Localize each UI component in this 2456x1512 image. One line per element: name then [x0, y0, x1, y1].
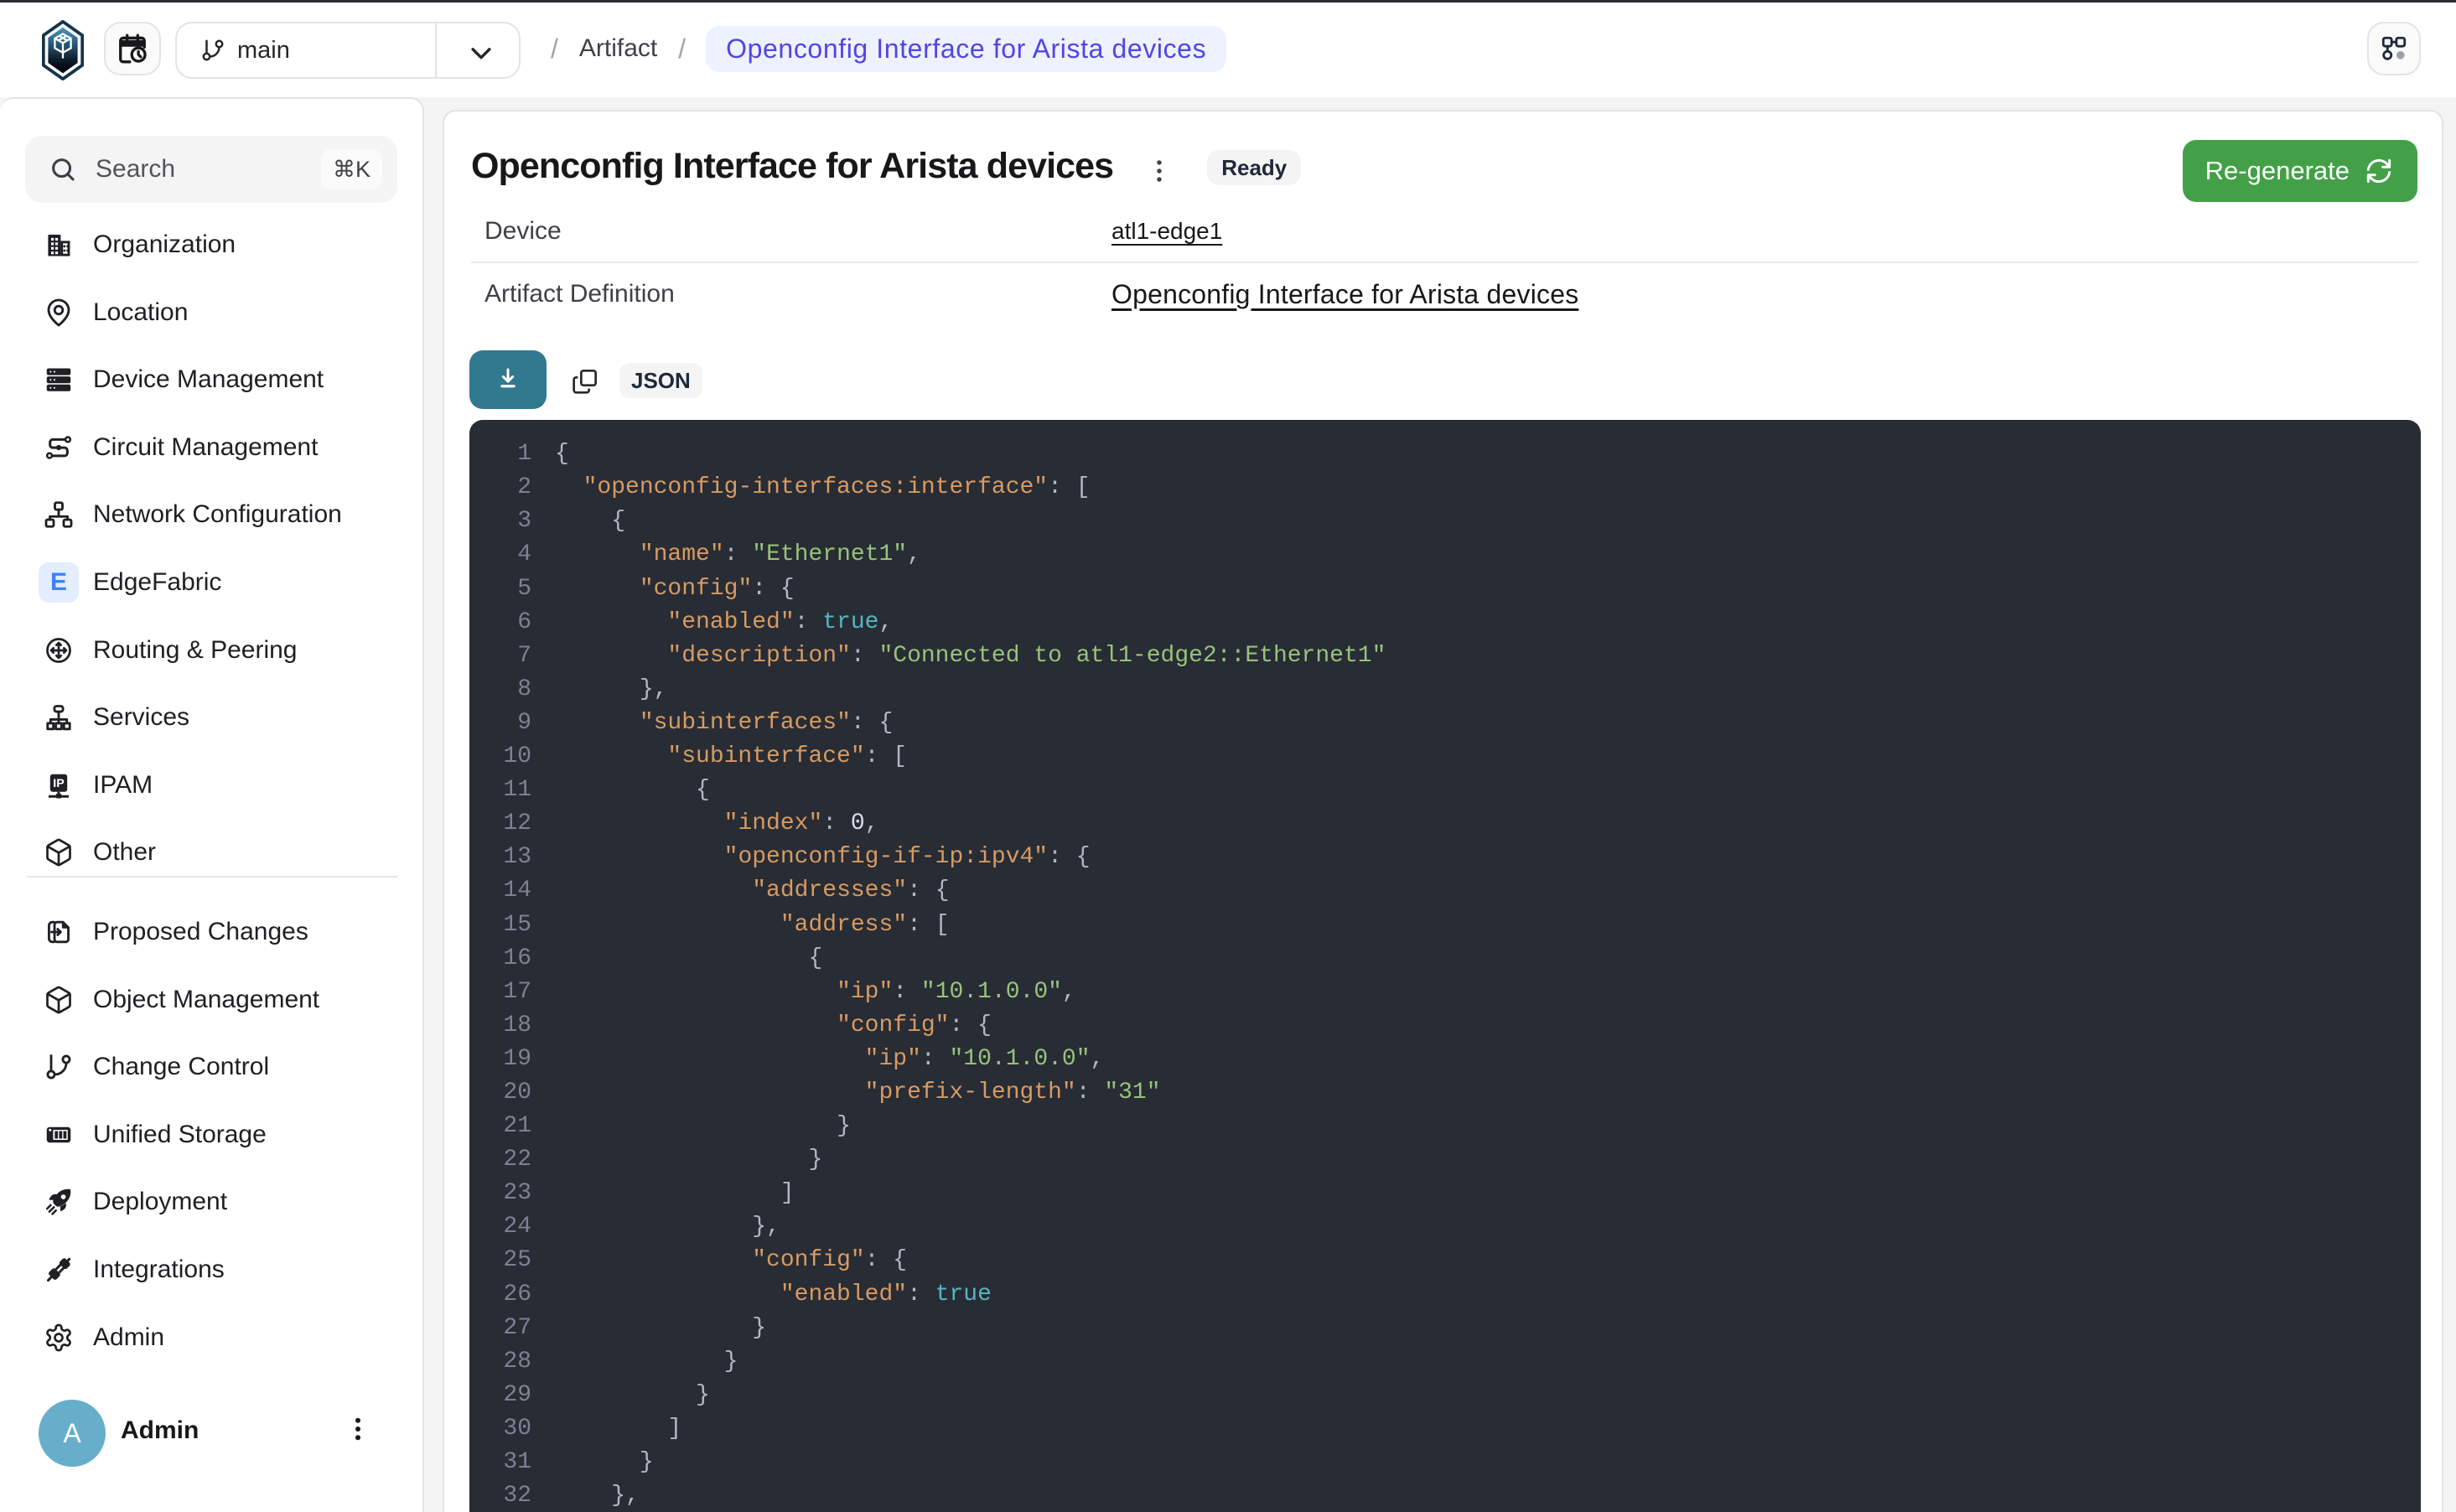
svg-text:IP: IP	[53, 777, 65, 790]
